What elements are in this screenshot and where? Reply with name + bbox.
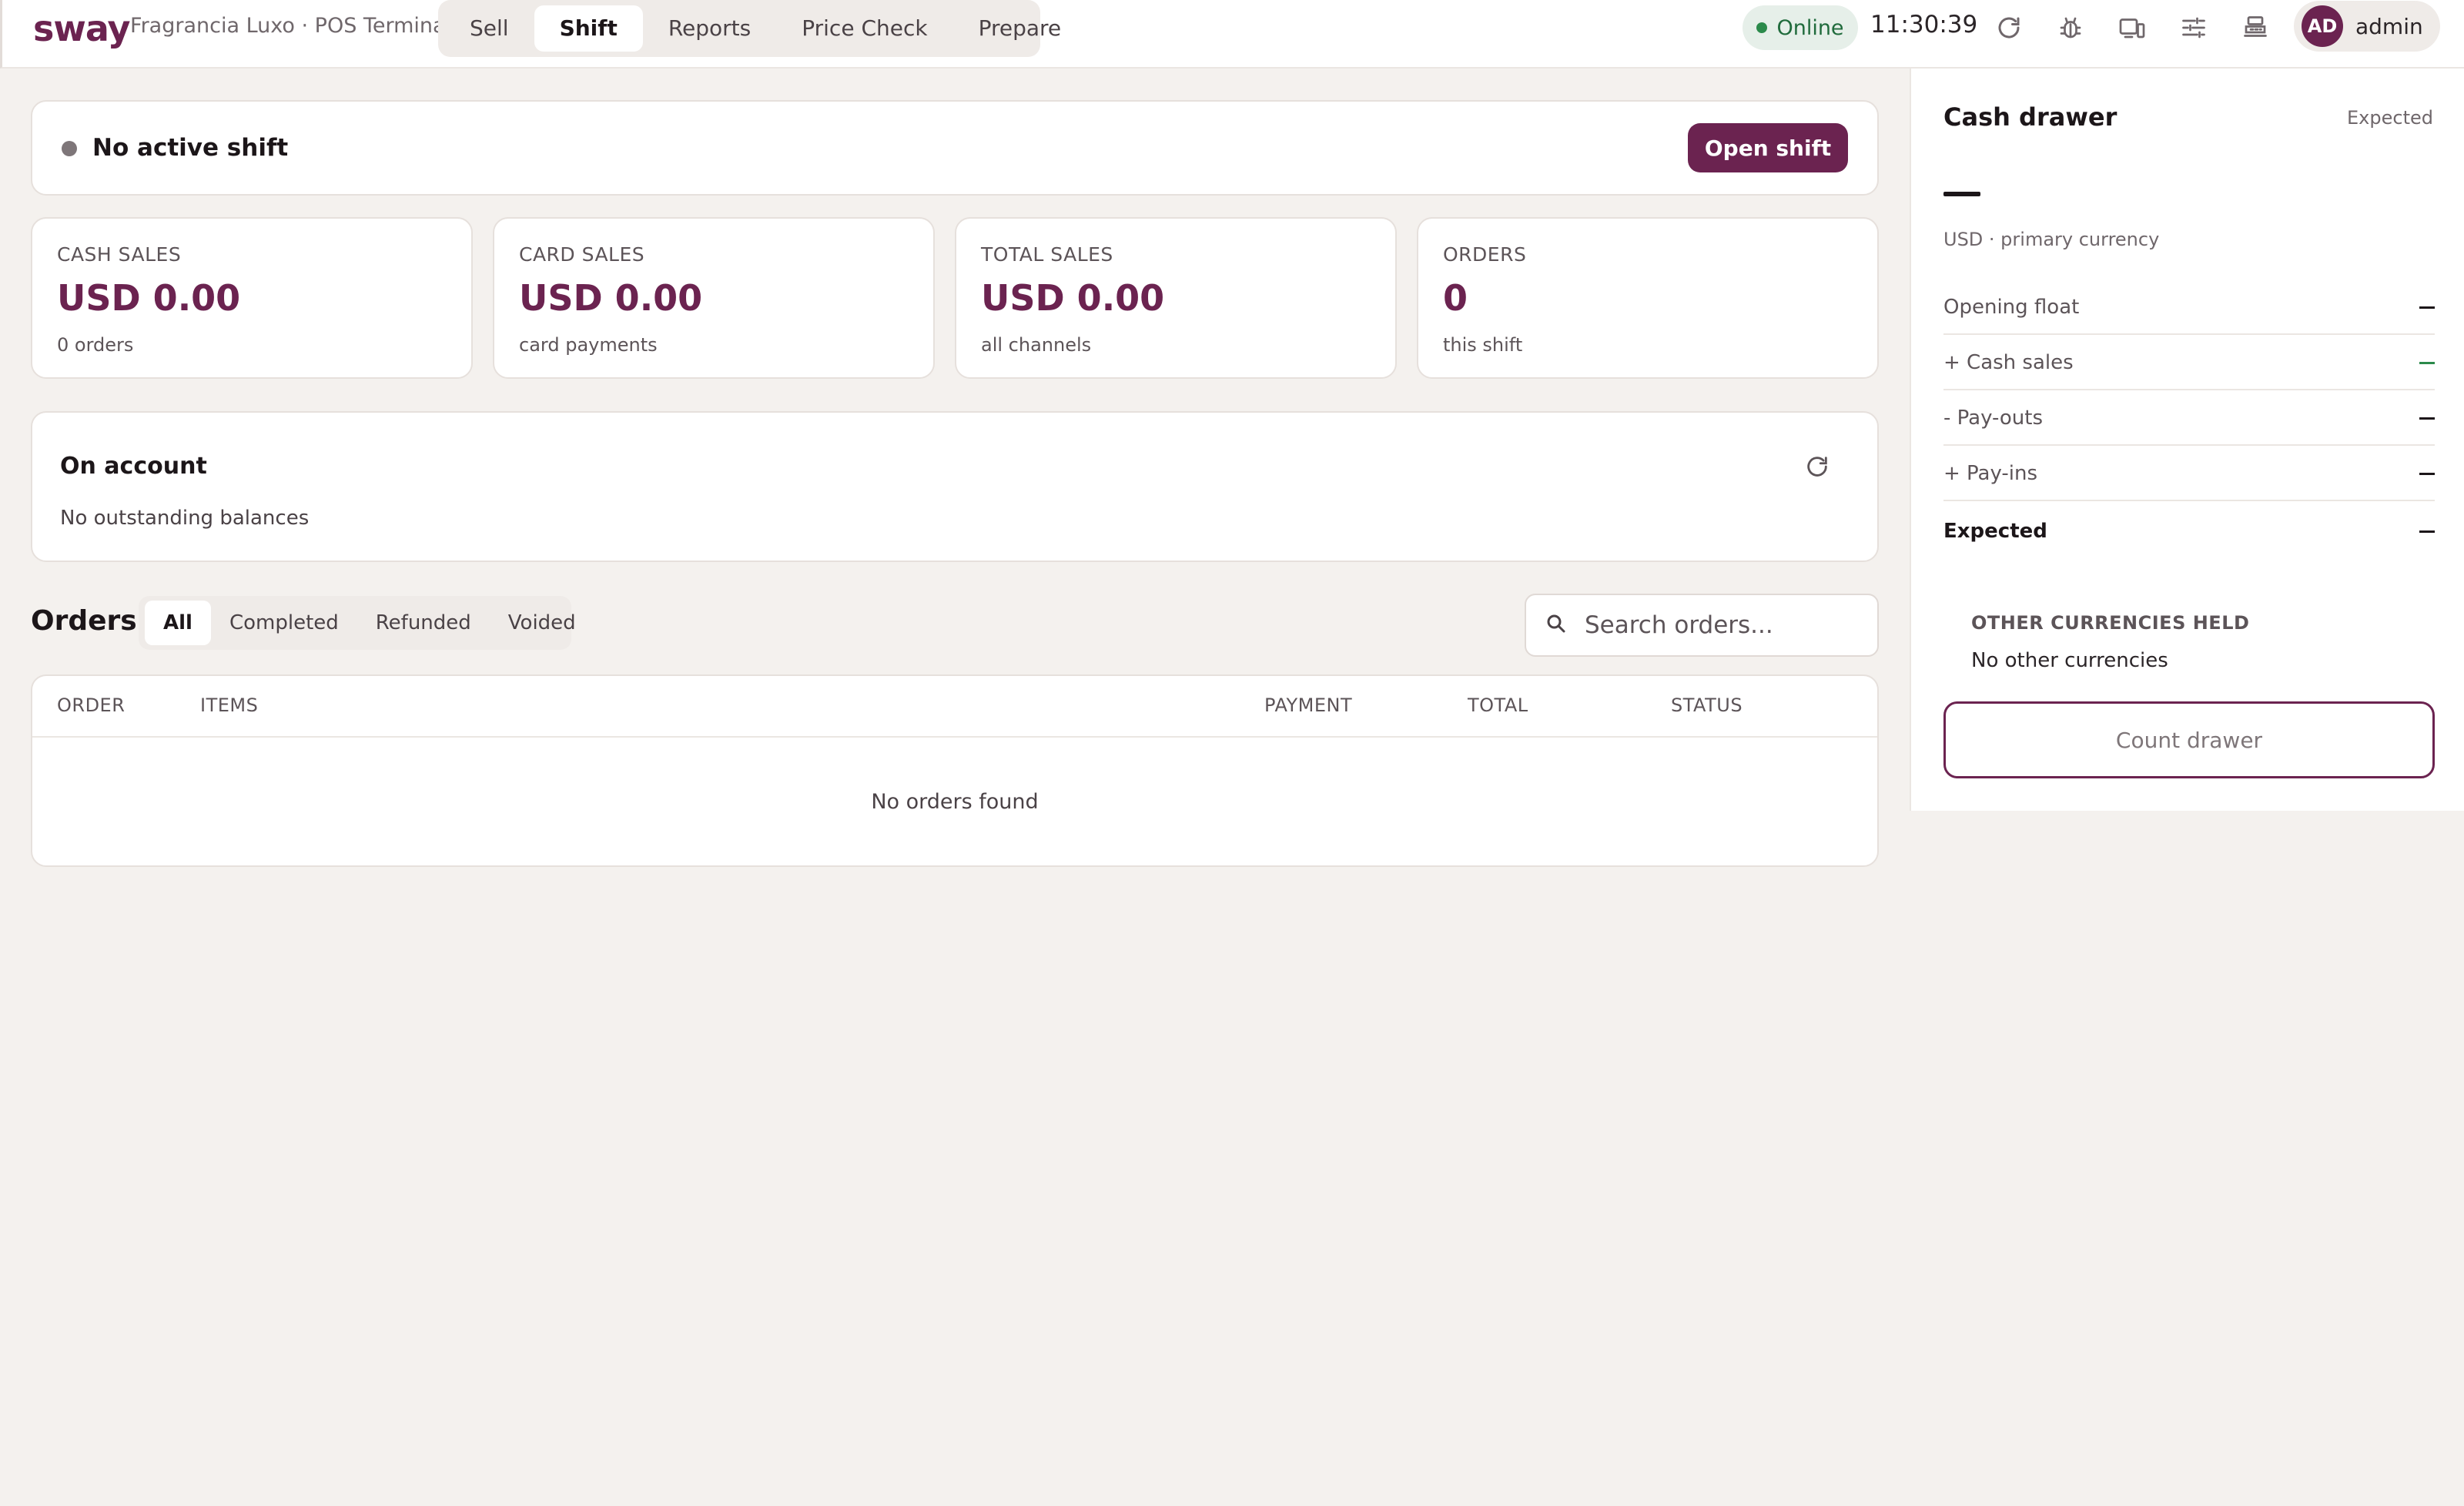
stat-label: TOTAL SALES bbox=[981, 243, 1113, 266]
drawer-row-pay-outs: - Pay-outs bbox=[1943, 392, 2435, 446]
order-search bbox=[1525, 594, 1879, 657]
stat-cash-sales: CASH SALES USD 0.00 0 orders bbox=[31, 217, 473, 379]
column-header-order[interactable]: ORDER bbox=[57, 694, 125, 716]
drawer-row-cash-sales: + Cash sales bbox=[1943, 336, 2435, 390]
open-shift-button[interactable]: Open shift bbox=[1688, 123, 1848, 172]
clock: 11:30:39 bbox=[1870, 11, 1978, 38]
tab-sell[interactable]: Sell bbox=[444, 5, 534, 52]
column-header-items[interactable]: ITEMS bbox=[200, 694, 258, 716]
stat-value: USD 0.00 bbox=[57, 277, 241, 319]
tab-price-check[interactable]: Price Check bbox=[776, 5, 952, 52]
orders-title: Orders bbox=[31, 605, 137, 637]
stat-value: 0 bbox=[1443, 277, 1468, 319]
shift-status-dot bbox=[62, 141, 77, 156]
row-value-placeholder bbox=[2419, 530, 2435, 533]
connection-status-badge: Online bbox=[1743, 5, 1858, 50]
status-label: Online bbox=[1776, 15, 1844, 40]
refresh-icon[interactable] bbox=[1802, 451, 1833, 482]
row-label: - Pay-outs bbox=[1943, 407, 2044, 430]
user-menu[interactable]: AD admin bbox=[2294, 1, 2440, 52]
row-label: Expected bbox=[1943, 520, 2047, 543]
on-account-status: No outstanding balances bbox=[60, 507, 310, 530]
shift-status-text: No active shift bbox=[92, 134, 289, 162]
row-label: Opening float bbox=[1943, 296, 2080, 319]
table-header: ORDER ITEMS PAYMENT TOTAL STATUS bbox=[32, 676, 1877, 738]
display-icon[interactable] bbox=[2117, 12, 2148, 43]
search-input[interactable] bbox=[1585, 611, 1862, 639]
stat-value: USD 0.00 bbox=[981, 277, 1165, 319]
tab-shift[interactable]: Shift bbox=[534, 5, 643, 52]
user-name: admin bbox=[2355, 13, 2423, 39]
stat-label: ORDERS bbox=[1443, 243, 1527, 266]
stat-sub: 0 orders bbox=[57, 334, 134, 356]
column-header-payment[interactable]: PAYMENT bbox=[1264, 694, 1352, 716]
bug-icon[interactable] bbox=[2055, 12, 2086, 43]
stat-sub: all channels bbox=[981, 334, 1092, 356]
drawer-row-pay-ins: + Pay-ins bbox=[1943, 447, 2435, 501]
filter-voided[interactable]: Voided bbox=[490, 601, 594, 645]
expected-label: Expected bbox=[2347, 107, 2433, 129]
stat-label: CASH SALES bbox=[57, 243, 182, 266]
top-bar: sway Fragrancia Luxo · POS Terminal Sell… bbox=[0, 0, 2464, 69]
status-dot bbox=[1756, 22, 1768, 33]
orders-table: ORDER ITEMS PAYMENT TOTAL STATUS No orde… bbox=[31, 674, 1879, 867]
on-account-card: On account No outstanding balances bbox=[31, 411, 1879, 562]
row-value-placeholder bbox=[2419, 361, 2435, 364]
drawer-row-opening-float: Opening float bbox=[1943, 281, 2435, 335]
column-header-total[interactable]: TOTAL bbox=[1468, 694, 1528, 716]
row-value-placeholder bbox=[2419, 417, 2435, 420]
row-value-placeholder bbox=[2419, 472, 2435, 475]
cash-drawer-title: Cash drawer bbox=[1943, 102, 2118, 132]
logo[interactable]: sway bbox=[33, 8, 130, 49]
stat-orders: ORDERS 0 this shift bbox=[1417, 217, 1879, 379]
stat-total-sales: TOTAL SALES USD 0.00 all channels bbox=[955, 217, 1397, 379]
order-filters: All Completed Refunded Voided bbox=[139, 596, 576, 650]
refresh-icon[interactable] bbox=[1994, 12, 2024, 43]
primary-currency: USD · primary currency bbox=[1943, 229, 2160, 250]
row-label: + Pay-ins bbox=[1943, 462, 2038, 485]
row-label: + Cash sales bbox=[1943, 351, 2074, 374]
row-value-placeholder bbox=[2419, 306, 2435, 309]
filter-all[interactable]: All bbox=[145, 601, 211, 645]
main-nav: Sell Shift Reports Price Check Prepare bbox=[438, 0, 1061, 57]
sliders-icon[interactable] bbox=[2178, 12, 2209, 43]
tab-prepare[interactable]: Prepare bbox=[953, 5, 1087, 52]
stat-sub: this shift bbox=[1443, 334, 1523, 356]
on-account-title: On account bbox=[60, 453, 207, 480]
column-header-status[interactable]: STATUS bbox=[1671, 694, 1743, 716]
other-currencies-status: No other currencies bbox=[1971, 649, 2168, 672]
filter-completed[interactable]: Completed bbox=[211, 601, 357, 645]
store-name: Fragrancia Luxo · POS Terminal bbox=[130, 14, 452, 38]
pos-app: sway Fragrancia Luxo · POS Terminal Sell… bbox=[0, 0, 2464, 1506]
expected-amount-placeholder bbox=[1943, 192, 1980, 196]
stat-label: CARD SALES bbox=[519, 243, 645, 266]
avatar: AD bbox=[2302, 5, 2343, 47]
tab-reports[interactable]: Reports bbox=[643, 5, 776, 52]
shift-status-card: No active shift Open shift bbox=[31, 100, 1879, 196]
stat-value: USD 0.00 bbox=[519, 277, 703, 319]
stat-card-sales: CARD SALES USD 0.00 card payments bbox=[493, 217, 935, 379]
other-currencies-title: OTHER CURRENCIES HELD bbox=[1971, 612, 2250, 634]
cash-drawer-panel: Cash drawer Expected USD · primary curre… bbox=[1910, 69, 2464, 811]
filter-refunded[interactable]: Refunded bbox=[357, 601, 490, 645]
drawer-row-expected: Expected bbox=[1943, 504, 2435, 558]
stat-sub: card payments bbox=[519, 334, 658, 356]
search-icon bbox=[1545, 612, 1568, 638]
empty-state: No orders found bbox=[871, 790, 1039, 814]
cash-register-icon[interactable] bbox=[2240, 12, 2271, 43]
count-drawer-button[interactable]: Count drawer bbox=[1943, 701, 2435, 778]
